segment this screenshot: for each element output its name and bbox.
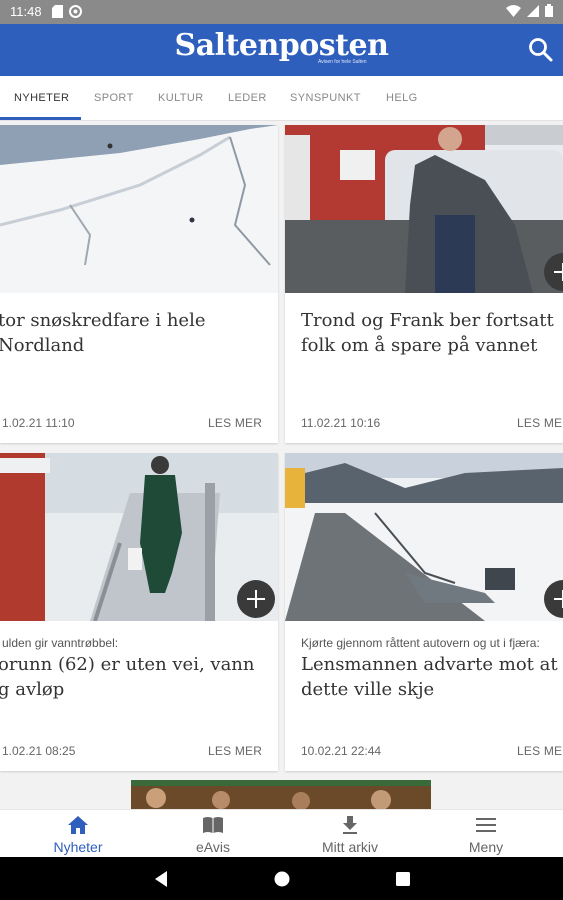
- article-image: [285, 125, 563, 293]
- tab-nyheter[interactable]: NYHETER: [14, 92, 69, 104]
- article-date: 11.02.21 10:16: [301, 416, 381, 430]
- article-date: 1.02.21 08:25: [2, 744, 76, 758]
- read-more-link[interactable]: LES MER: [208, 744, 262, 758]
- article-card[interactable]: ulden gir vanntrøbbel: orunn (62) er ute…: [0, 453, 278, 771]
- app-bar: Saltenposten Avisen for hele Salten: [0, 24, 563, 76]
- nav-mitt-arkiv[interactable]: Mitt arkiv: [280, 810, 420, 858]
- home-circle-icon[interactable]: [273, 870, 291, 888]
- sync-icon: [69, 5, 82, 18]
- bottom-navigation: Nyheter eAvis Mitt arkiv Meny: [0, 809, 563, 858]
- home-icon: [68, 816, 88, 834]
- status-time: 11:48: [10, 4, 42, 19]
- book-icon: [203, 817, 223, 833]
- article-image: [0, 125, 278, 293]
- article-image: [285, 453, 563, 621]
- tab-helg[interactable]: HELG: [386, 92, 418, 104]
- article-date: 10.02.21 22:44: [301, 744, 382, 758]
- sd-card-icon: [52, 5, 63, 18]
- battery-icon: [545, 4, 553, 17]
- logo-tagline: Avisen for hele Salten: [318, 59, 367, 65]
- article-headline[interactable]: orunn (62) er uten vei, vann g avløp: [0, 652, 255, 702]
- signal-icon: [527, 4, 539, 17]
- category-tabs: NYHETER SPORT KULTUR LEDER SYNSPUNKT HEL…: [0, 76, 563, 121]
- article-card[interactable]: Trond og Frank ber fortsatt folk om å sp…: [285, 125, 563, 443]
- nav-meny[interactable]: Meny: [416, 810, 556, 858]
- app-logo[interactable]: Saltenposten: [0, 28, 563, 63]
- read-more-link[interactable]: LES MER: [208, 416, 262, 430]
- read-more-link[interactable]: LES ME: [517, 416, 562, 430]
- search-icon[interactable]: [527, 36, 555, 64]
- recents-icon[interactable]: [395, 871, 411, 887]
- article-headline[interactable]: tor snøskredfare i hele Nordland: [0, 308, 206, 358]
- tab-synspunkt[interactable]: SYNSPUNKT: [290, 92, 361, 104]
- tab-indicator: [0, 117, 81, 120]
- tab-kultur[interactable]: KULTUR: [158, 92, 204, 104]
- menu-icon: [476, 818, 496, 832]
- wifi-icon: [506, 4, 521, 17]
- system-navigation-bar: [0, 857, 563, 900]
- nav-nyheter[interactable]: Nyheter: [8, 810, 148, 858]
- article-card[interactable]: tor snøskredfare i hele Nordland 1.02.21…: [0, 125, 278, 443]
- article-card[interactable]: Kjørte gjennom råttent autovern og ut i …: [285, 453, 563, 771]
- save-article-button[interactable]: [237, 580, 275, 618]
- article-kicker: Kjørte gjennom råttent autovern og ut i …: [301, 636, 540, 650]
- article-headline[interactable]: Trond og Frank ber fortsatt folk om å sp…: [301, 308, 554, 358]
- ad-banner-image[interactable]: [131, 780, 431, 809]
- article-kicker: ulden gir vanntrøbbel:: [2, 636, 119, 650]
- download-icon: [343, 816, 357, 834]
- article-headline[interactable]: Lensmannen advarte mot at dette ville sk…: [301, 652, 558, 702]
- article-date: 1.02.21 11:10: [2, 416, 75, 430]
- nav-eavis[interactable]: eAvis: [143, 810, 283, 858]
- back-icon[interactable]: [153, 870, 169, 888]
- read-more-link[interactable]: LES ME: [517, 744, 562, 758]
- tab-leder[interactable]: LEDER: [228, 92, 267, 104]
- status-bar: 11:48: [0, 0, 563, 24]
- tab-sport[interactable]: SPORT: [94, 92, 134, 104]
